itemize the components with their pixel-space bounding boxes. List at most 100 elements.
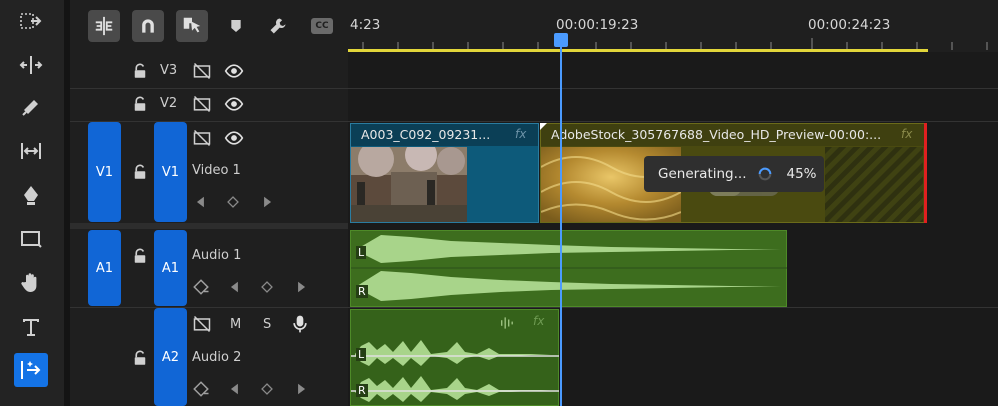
hand-tool[interactable] [14, 266, 48, 300]
spinner-icon [758, 167, 771, 181]
track-header-a1: A1 A1 Audio 1 [70, 230, 348, 306]
lock-icon[interactable] [131, 95, 149, 113]
track-select-forward-icon [20, 13, 42, 29]
generative-extend-icon [21, 361, 41, 379]
sync-lock-icon[interactable] [192, 128, 212, 148]
prev-keyframe-icon[interactable] [228, 382, 242, 396]
clip-name: AdobeStock_305767688_Video_HD_Preview-00… [551, 127, 881, 142]
marker-icon [231, 20, 241, 32]
lock-icon[interactable] [131, 349, 149, 367]
lock-icon[interactable] [131, 163, 149, 181]
track-header-v2: V2 [70, 89, 348, 121]
solo-button[interactable]: S [263, 317, 271, 332]
linked-selection-button[interactable] [176, 10, 208, 42]
ripple-edit-tool[interactable] [14, 48, 48, 82]
lock-icon[interactable] [131, 247, 149, 265]
razor-icon [22, 100, 38, 116]
track-header-v1: V1 V1 Video 1 [70, 122, 348, 222]
track-name: V3 [160, 63, 178, 78]
eye-icon[interactable] [224, 94, 244, 114]
next-keyframe-icon[interactable] [260, 195, 274, 209]
timeline-controls: CC [70, 0, 348, 52]
waveform [351, 340, 559, 402]
add-keyframe-icon[interactable] [261, 383, 273, 395]
sync-lock-icon[interactable] [192, 94, 212, 114]
eye-icon[interactable] [224, 128, 244, 148]
next-keyframe-icon[interactable] [294, 382, 308, 396]
captions-icon: CC [311, 18, 333, 34]
channel-label: R [356, 384, 368, 397]
next-keyframe-icon[interactable] [294, 280, 308, 294]
generative-extend-tool[interactable] [14, 353, 48, 387]
clip-end-marker [924, 123, 927, 223]
waveform [351, 235, 787, 301]
linked-selection-icon [183, 17, 201, 33]
sync-lock-icon[interactable] [192, 314, 212, 334]
track-label: Audio 1 [192, 248, 242, 263]
add-marker-button[interactable] [224, 14, 248, 38]
sync-lock-icon[interactable] [192, 61, 212, 81]
prev-keyframe-icon[interactable] [228, 280, 242, 294]
audio-gain-icon[interactable] [499, 316, 517, 330]
track-select-forward-tool[interactable] [14, 4, 48, 38]
playhead-handle[interactable] [554, 33, 568, 47]
source-patch-v1[interactable]: V1 [88, 122, 121, 222]
fx-badge[interactable]: fx [515, 127, 526, 141]
ruler-timecode: 00:00:24:23 [808, 17, 891, 33]
razor-tool[interactable] [14, 90, 48, 124]
tools-panel [0, 0, 64, 406]
magnet-icon [142, 19, 154, 33]
ruler-timecode: 4:23 [350, 17, 381, 33]
track-divider [348, 307, 998, 308]
audio-clip-a2[interactable]: fx L R [350, 309, 559, 406]
rectangle-tool[interactable] [14, 222, 48, 256]
lock-icon[interactable] [131, 62, 149, 80]
track-label: Video 1 [192, 163, 241, 178]
track-name: V2 [160, 96, 178, 111]
time-ruler[interactable]: 4:23 00:00:19:23 00:00:24:23 [348, 0, 998, 52]
track-target-v1[interactable]: V1 [154, 122, 187, 222]
eye-icon[interactable] [224, 61, 244, 81]
channel-label: R [356, 285, 368, 298]
prev-keyframe-icon[interactable] [194, 195, 208, 209]
pen-tool[interactable] [14, 178, 48, 212]
track-target-a1[interactable]: A1 [154, 230, 187, 306]
hand-icon [21, 273, 37, 292]
track-header-a2: A2 M S Audio 2 [70, 308, 348, 406]
captions-button[interactable]: CC [310, 14, 334, 38]
volume-keyframe-icon[interactable] [192, 380, 210, 398]
clip-name: A003_C092_09231... [361, 127, 491, 142]
fx-badge[interactable]: fx [533, 314, 544, 328]
clip-thumbnail [351, 147, 467, 222]
nest-icon [95, 16, 113, 36]
video-clip-a[interactable]: A003_C092_09231... fx [350, 123, 539, 223]
add-keyframe-icon[interactable] [227, 196, 239, 208]
track-divider [348, 121, 998, 122]
source-patch-a1[interactable]: A1 [88, 230, 121, 306]
nest-toggle-button[interactable] [88, 10, 120, 42]
rectangle-icon [21, 231, 42, 248]
generating-percent: 45% [786, 166, 817, 182]
slip-icon [21, 143, 41, 159]
timeline-tracks[interactable]: A003_C092_09231... fx AdobeStock_3057676… [348, 52, 998, 406]
type-icon [23, 319, 39, 336]
playhead-line[interactable] [560, 38, 562, 406]
mute-button[interactable]: M [230, 317, 241, 332]
audio-clip-a1[interactable]: L R [350, 230, 787, 307]
volume-keyframe-icon[interactable] [192, 278, 210, 296]
type-tool[interactable] [14, 310, 48, 344]
slip-tool[interactable] [14, 134, 48, 168]
microphone-icon[interactable] [290, 314, 310, 334]
fx-badge[interactable]: fx [901, 127, 912, 141]
generating-tooltip: Generating... 45% [644, 156, 824, 192]
timeline-settings-button[interactable] [266, 14, 290, 38]
add-keyframe-icon[interactable] [261, 281, 273, 293]
track-header-v3: V3 [70, 54, 348, 88]
channel-label: L [356, 348, 367, 361]
track-divider [348, 88, 998, 89]
track-label: Audio 2 [192, 350, 242, 365]
snap-button[interactable] [132, 10, 164, 42]
track-target-a2[interactable]: A2 [154, 308, 187, 406]
ruler-timecode: 00:00:19:23 [556, 17, 639, 33]
pen-icon [24, 186, 38, 205]
